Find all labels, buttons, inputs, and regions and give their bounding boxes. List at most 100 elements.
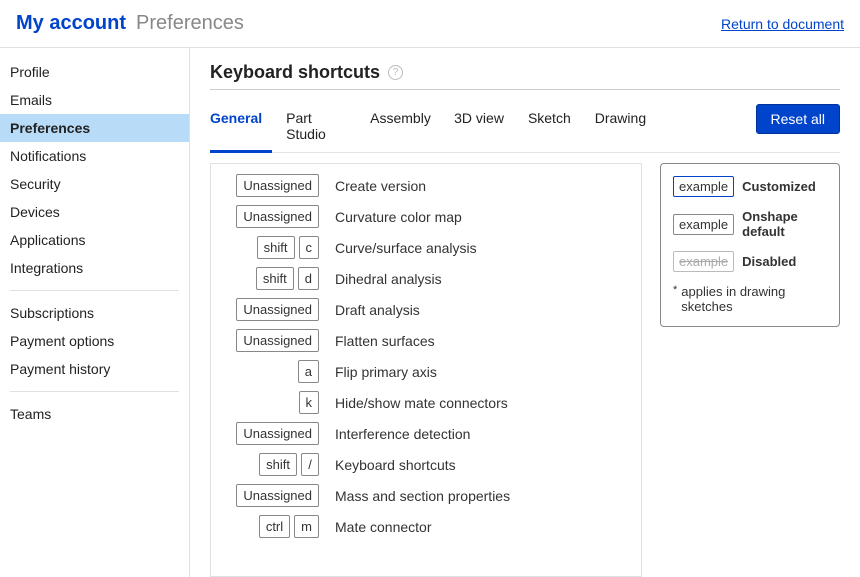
shortcut-keys[interactable]: Unassigned (221, 484, 319, 507)
shortcut-description: Mass and section properties (335, 488, 510, 504)
sidebar-item-subscriptions[interactable]: Subscriptions (0, 299, 189, 327)
key-box: Unassigned (236, 422, 319, 445)
sidebar-item-profile[interactable]: Profile (0, 58, 189, 86)
shortcut-description: Flip primary axis (335, 364, 437, 380)
key-box: c (299, 236, 320, 259)
shortcut-row[interactable]: Unassigned Flatten surfaces (221, 329, 571, 352)
shortcut-keys[interactable]: Unassigned (221, 298, 319, 321)
shortcut-description: Curve/surface analysis (335, 240, 477, 256)
shortcut-keys[interactable]: Unassigned (221, 205, 319, 228)
shortcut-description: Hide/show mate connectors (335, 395, 508, 411)
shortcut-description: Create version (335, 178, 426, 194)
key-box: Unassigned (236, 484, 319, 507)
sidebar: Profile Emails Preferences Notifications… (0, 48, 190, 577)
key-box: Unassigned (236, 205, 319, 228)
shortcut-keys[interactable]: a (221, 360, 319, 383)
tab-drawing[interactable]: Drawing (595, 104, 656, 152)
shortcut-row[interactable]: Unassigned Curvature color map (221, 205, 571, 228)
key-box: k (299, 391, 320, 414)
shortcut-description: Dihedral analysis (335, 271, 442, 287)
shortcut-row[interactable]: Unassigned Mass and section properties (221, 484, 571, 507)
shortcut-description: Mate connector (335, 519, 432, 535)
sidebar-item-emails[interactable]: Emails (0, 86, 189, 114)
shortcut-keys[interactable]: Unassigned (221, 174, 319, 197)
sidebar-item-security[interactable]: Security (0, 170, 189, 198)
sidebar-separator (10, 290, 179, 291)
shortcut-keys[interactable]: k (221, 391, 319, 414)
sidebar-item-payment-history[interactable]: Payment history (0, 355, 189, 383)
shortcut-description: Interference detection (335, 426, 470, 442)
return-to-document-link[interactable]: Return to document (721, 16, 844, 32)
shortcut-keys[interactable]: Unassigned (221, 329, 319, 352)
shortcut-row[interactable]: shiftd Dihedral analysis (221, 267, 571, 290)
shortcut-keys[interactable]: shiftc (221, 236, 319, 259)
tab-assembly[interactable]: Assembly (370, 104, 440, 152)
content-row: Unassigned Create version Unassigned Curvat… (210, 163, 840, 577)
header: My account Preferences Return to documen… (0, 0, 860, 48)
shortcut-description: Curvature color map (335, 209, 462, 225)
reset-all-button[interactable]: Reset all (756, 104, 840, 134)
shortcut-row[interactable]: shift/Keyboard shortcuts (221, 453, 571, 476)
sidebar-item-devices[interactable]: Devices (0, 198, 189, 226)
shortcut-row[interactable]: a Flip primary axis (221, 360, 571, 383)
key-box: / (301, 453, 319, 476)
legend-box-default: example (673, 214, 734, 235)
legend-note-text: applies in drawing sketches (681, 284, 827, 314)
tab-general[interactable]: General (210, 104, 272, 153)
shortcut-keys[interactable]: shift/ (221, 453, 319, 476)
sidebar-item-notifications[interactable]: Notifications (0, 142, 189, 170)
key-box: d (298, 267, 319, 290)
sidebar-item-preferences[interactable]: Preferences (0, 114, 189, 142)
sidebar-item-applications[interactable]: Applications (0, 226, 189, 254)
shortcut-row[interactable]: shiftc Curve/surface analysis (221, 236, 571, 259)
shortcut-keys[interactable]: shiftd (221, 267, 319, 290)
legend-label-default: Onshape default (742, 209, 827, 239)
key-box: m (294, 515, 319, 538)
sidebar-item-integrations[interactable]: Integrations (0, 254, 189, 282)
shortcut-description: Draft analysis (335, 302, 420, 318)
key-box: shift (256, 267, 294, 290)
shortcuts-panel[interactable]: Unassigned Create version Unassigned Curvat… (210, 163, 642, 577)
key-box: Unassigned (236, 329, 319, 352)
legend-row-customized: example Customized (673, 176, 827, 197)
sidebar-item-payment-options[interactable]: Payment options (0, 327, 189, 355)
title-my-account: My account (16, 12, 126, 35)
tabs: General Part Studio Assembly 3D view Ske… (210, 104, 746, 152)
tab-3d-view[interactable]: 3D view (454, 104, 514, 152)
help-icon[interactable]: ? (388, 65, 403, 80)
legend-note: * applies in drawing sketches (673, 284, 827, 314)
shortcut-row[interactable]: k Hide/show mate connectors (221, 391, 571, 414)
legend-note-star: * (673, 284, 677, 296)
tabs-row: General Part Studio Assembly 3D view Ske… (210, 104, 840, 153)
layout: Profile Emails Preferences Notifications… (0, 48, 860, 577)
shortcut-keys[interactable]: ctrlm (221, 515, 319, 538)
sidebar-separator (10, 391, 179, 392)
shortcut-description: Flatten surfaces (335, 333, 435, 349)
tab-part-studio[interactable]: Part Studio (286, 104, 356, 152)
key-box: Unassigned (236, 298, 319, 321)
key-box: a (298, 360, 319, 383)
shortcut-row[interactable]: ctrlm Mate connector (221, 515, 571, 538)
shortcut-row[interactable]: Unassigned Interference detection (221, 422, 571, 445)
legend-box-customized: example (673, 176, 734, 197)
key-box: shift (259, 453, 297, 476)
shortcut-row[interactable]: Unassigned Create version (221, 174, 571, 197)
sidebar-item-teams[interactable]: Teams (0, 400, 189, 428)
key-box: ctrl (259, 515, 290, 538)
legend-panel: example Customized example Onshape defau… (660, 163, 840, 327)
shortcut-keys[interactable]: Unassigned (221, 422, 319, 445)
legend-label-disabled: Disabled (742, 254, 796, 269)
legend-row-default: example Onshape default (673, 209, 827, 239)
shortcut-row[interactable]: Unassigned Draft analysis (221, 298, 571, 321)
main-content: Keyboard shortcuts ? General Part Studio… (190, 48, 860, 577)
section-title: Keyboard shortcuts (210, 62, 380, 83)
legend-label-customized: Customized (742, 179, 816, 194)
legend-row-disabled: example Disabled (673, 251, 827, 272)
legend-box-disabled: example (673, 251, 734, 272)
header-title-group: My account Preferences (16, 12, 244, 35)
key-box: Unassigned (236, 174, 319, 197)
shortcut-description: Keyboard shortcuts (335, 457, 456, 473)
tab-sketch[interactable]: Sketch (528, 104, 581, 152)
section-title-row: Keyboard shortcuts ? (210, 62, 840, 90)
key-box: shift (257, 236, 295, 259)
